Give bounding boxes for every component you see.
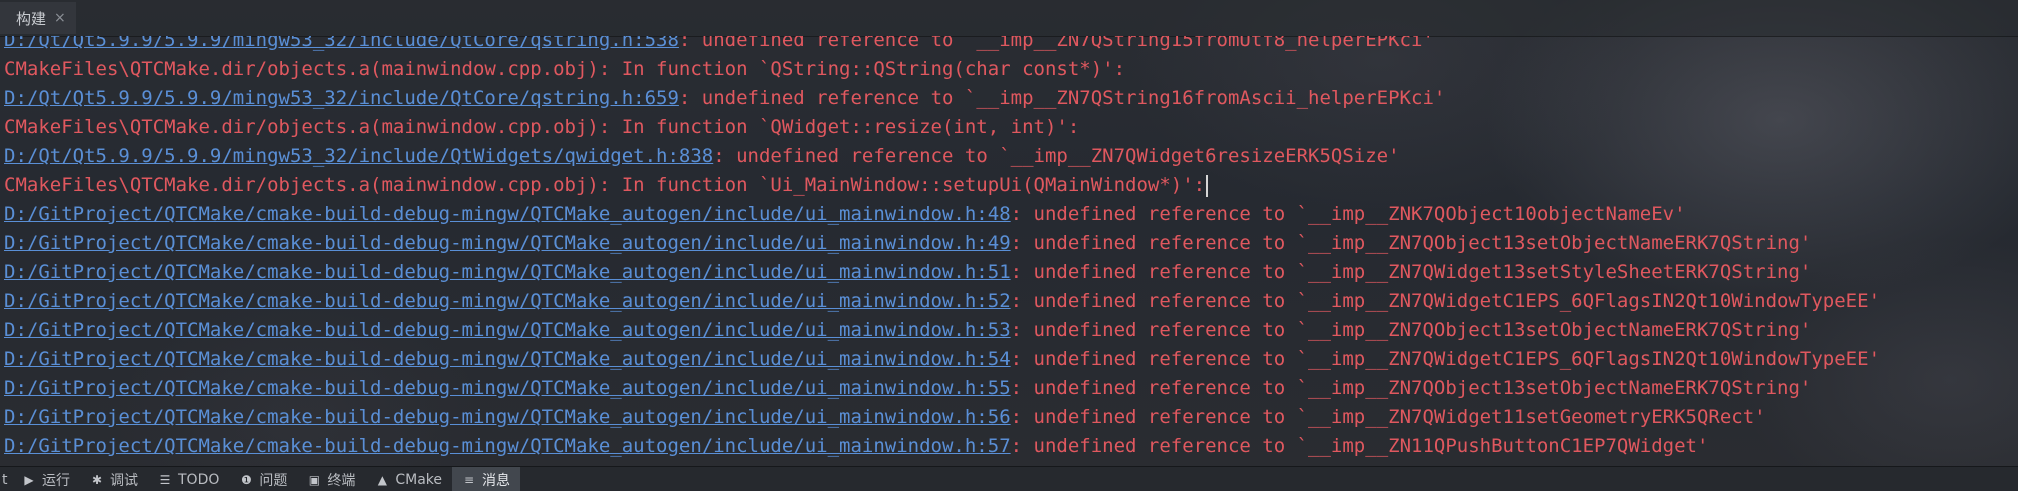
console-line-text: : undefined reference to `__imp__ZN7QStr… [678, 87, 1446, 109]
tab-build[interactable]: 构建 × [0, 2, 76, 34]
tool-tab-cmake[interactable]: ▲ CMake [365, 467, 452, 491]
console-line-text: : undefined reference to `__imp__ZN11QPu… [1010, 435, 1709, 457]
terminal-icon: ▣ [308, 472, 321, 487]
source-file-link[interactable]: D:/GitProject/QTCMake/cmake-build-debug-… [4, 261, 1011, 283]
console-line: CMakeFiles\QTCMake.dir/objects.a(mainwin… [4, 171, 1209, 200]
tool-tab-debug[interactable]: ✱ 调试 [80, 467, 148, 491]
source-file-link[interactable]: D:/GitProject/QTCMake/cmake-build-debug-… [4, 348, 1011, 370]
problems-icon: ❶ [240, 472, 252, 487]
console-line-text: CMakeFiles\QTCMake.dir/objects.a(mainwin… [4, 58, 1126, 80]
source-file-link[interactable]: D:/GitProject/QTCMake/cmake-build-debug-… [4, 377, 1011, 399]
tool-window-header: 构建 × [0, 0, 2018, 37]
close-icon[interactable]: × [54, 11, 66, 25]
tool-tab-label: 终端 [327, 472, 356, 489]
source-file-link[interactable]: D:/GitProject/QTCMake/cmake-build-debug-… [4, 435, 1011, 457]
source-file-link[interactable]: D:/Qt/Qt5.9.9/5.9.9/mingw53_32/include/Q… [4, 87, 679, 109]
console-line: CMakeFiles\QTCMake.dir/objects.a(mainwin… [4, 113, 1079, 142]
tool-tab-label: 消息 [482, 472, 511, 489]
console-line: D:/GitProject/QTCMake/cmake-build-debug-… [4, 287, 1880, 316]
source-file-link[interactable]: D:/Qt/Qt5.9.9/5.9.9/mingw53_32/include/Q… [4, 36, 679, 51]
tool-tab-label: 运行 [42, 472, 70, 489]
console-line-text: : undefined reference to `__imp__ZN7QObj… [1010, 319, 1812, 341]
console-line: D:/GitProject/QTCMake/cmake-build-debug-… [4, 403, 1766, 432]
text-caret [1206, 174, 1209, 197]
tool-tab-terminal[interactable]: ▣ 终端 [297, 467, 365, 491]
console-line: D:/Qt/Qt5.9.9/5.9.9/mingw53_32/include/Q… [4, 84, 1445, 113]
console-line: D:/GitProject/QTCMake/cmake-build-debug-… [4, 229, 1811, 258]
console-line: D:/GitProject/QTCMake/cmake-build-debug-… [4, 258, 1811, 287]
console-line-text: : undefined reference to `__imp__ZN7QWid… [1010, 406, 1766, 428]
build-output-console[interactable]: D:/Qt/Qt5.9.9/5.9.9/mingw53_32/include/Q… [0, 36, 2018, 466]
tool-window-bar: t ▶ 运行 ✱ 调试 ☰ TODO ❶ 问题 ▣ 终端 ▲ CMake ≡ 消息 [0, 466, 2018, 491]
tool-tab-label: 问题 [259, 472, 288, 489]
todo-icon: ☰ [159, 472, 171, 487]
tool-tab-label: CMake [395, 471, 443, 488]
console-line: D:/GitProject/QTCMake/cmake-build-debug-… [4, 200, 1686, 229]
console-line-text: CMakeFiles\QTCMake.dir/objects.a(mainwin… [4, 116, 1080, 138]
tool-tab-label: TODO [178, 471, 220, 488]
source-file-link[interactable]: D:/GitProject/QTCMake/cmake-build-debug-… [4, 203, 1011, 225]
console-line: D:/Qt/Qt5.9.9/5.9.9/mingw53_32/include/Q… [4, 36, 1434, 55]
tool-tab-messages[interactable]: ≡ 消息 [452, 467, 521, 491]
source-file-link[interactable]: D:/GitProject/QTCMake/cmake-build-debug-… [4, 232, 1011, 254]
console-line-text: : undefined reference to `__imp__ZN7QWid… [1010, 290, 1881, 312]
console-line: D:/GitProject/QTCMake/cmake-build-debug-… [4, 374, 1811, 403]
console-line-text: : undefined reference to `__imp__ZN7QWid… [713, 145, 1400, 167]
tool-tab-todo[interactable]: ☰ TODO [148, 467, 229, 491]
console-line: D:/Qt/Qt5.9.9/5.9.9/mingw53_32/include/Q… [4, 142, 1400, 171]
console-line-text: : undefined reference to `__imp__ZN7QStr… [678, 36, 1434, 51]
console-line-text: CMakeFiles\QTCMake.dir/objects.a(mainwin… [4, 174, 1206, 196]
source-file-link[interactable]: D:/GitProject/QTCMake/cmake-build-debug-… [4, 319, 1011, 341]
source-file-link[interactable]: D:/GitProject/QTCMake/cmake-build-debug-… [4, 406, 1011, 428]
source-file-link[interactable]: D:/GitProject/QTCMake/cmake-build-debug-… [4, 290, 1011, 312]
source-file-link[interactable]: D:/Qt/Qt5.9.9/5.9.9/mingw53_32/include/Q… [4, 145, 713, 167]
console-line-text: : undefined reference to `__imp__ZN7QWid… [1010, 261, 1812, 283]
ide-build-panel: 构建 × D:/Qt/Qt5.9.9/5.9.9/mingw53_32/incl… [0, 0, 2018, 491]
console-line: D:/GitProject/QTCMake/cmake-build-debug-… [4, 345, 1880, 374]
cmake-icon: ▲ [377, 472, 387, 487]
edge-fragment: t [2, 471, 8, 488]
debug-icon: ✱ [91, 472, 103, 487]
run-icon: ▶ [24, 472, 34, 487]
console-line: D:/GitProject/QTCMake/cmake-build-debug-… [4, 316, 1811, 345]
console-line-text: : undefined reference to `__imp__ZN7QWid… [1010, 348, 1881, 370]
messages-icon: ≡ [464, 472, 475, 487]
tool-tab-problems[interactable]: ❶ 问题 [229, 467, 297, 491]
console-line: D:/GitProject/QTCMake/cmake-build-debug-… [4, 432, 1708, 461]
tool-tab-run[interactable]: ▶ 运行 [12, 467, 80, 491]
tab-build-label: 构建 [16, 9, 47, 28]
console-line-text: : undefined reference to `__imp__ZN7QObj… [1010, 377, 1812, 399]
console-line-text: : undefined reference to `__imp__ZNK7QOb… [1010, 203, 1686, 225]
console-line: CMakeFiles\QTCMake.dir/objects.a(mainwin… [4, 55, 1125, 84]
console-line-text: : undefined reference to `__imp__ZN7QObj… [1010, 232, 1812, 254]
tool-tab-label: 调试 [110, 472, 138, 489]
